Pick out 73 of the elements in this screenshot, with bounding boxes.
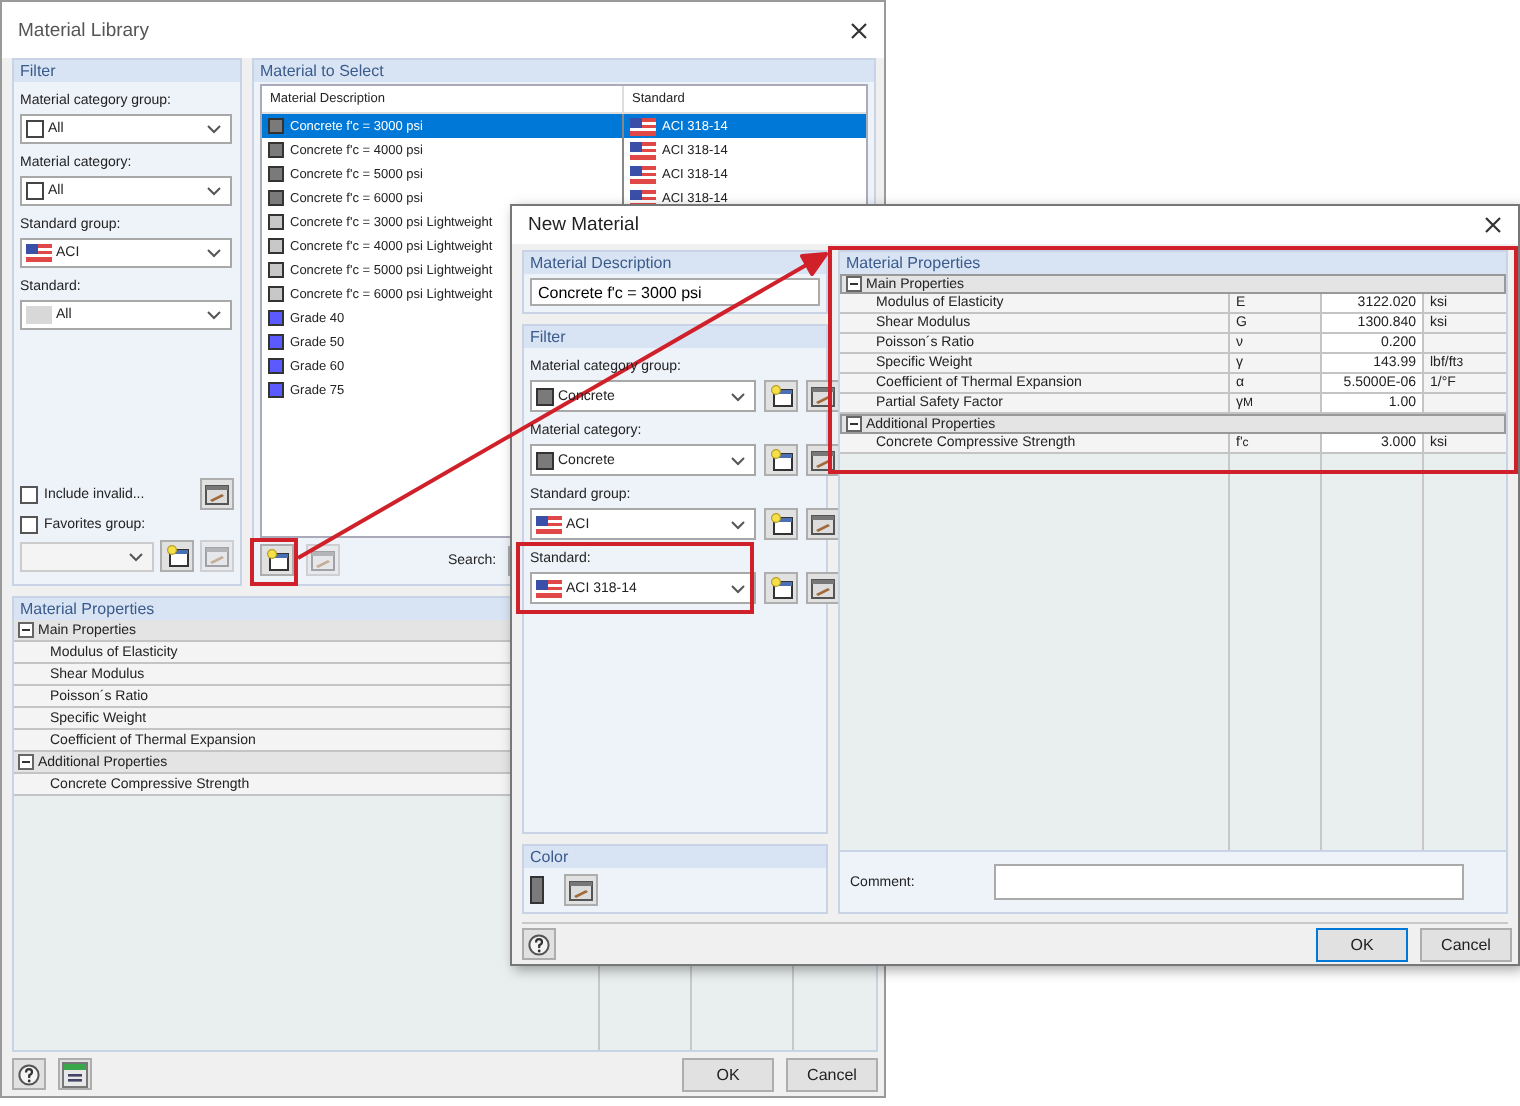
window-edit-icon bbox=[568, 879, 594, 901]
flag-icon bbox=[630, 165, 656, 183]
close-icon[interactable] bbox=[850, 21, 868, 39]
flag-icon bbox=[630, 117, 656, 135]
panel-title: Filter bbox=[524, 326, 826, 348]
chevron-down-icon bbox=[206, 124, 222, 134]
edit-button[interactable] bbox=[806, 572, 840, 604]
collapse-icon[interactable] bbox=[18, 622, 34, 638]
dialog-button[interactable]: OK bbox=[682, 1057, 774, 1091]
window-edit-icon bbox=[810, 513, 836, 535]
edit-button[interactable] bbox=[806, 508, 840, 540]
window-title: New Material bbox=[528, 214, 639, 236]
new-button[interactable] bbox=[160, 540, 194, 572]
new-button[interactable] bbox=[764, 380, 798, 412]
new-button[interactable] bbox=[764, 508, 798, 540]
description-field[interactable]: Concrete f'c = 3000 psi bbox=[530, 278, 820, 306]
collapse-icon[interactable] bbox=[846, 276, 862, 292]
panel-title: Material Properties bbox=[840, 252, 1506, 274]
chevron-down-icon bbox=[730, 391, 746, 401]
edit-button[interactable] bbox=[200, 478, 234, 510]
new-button[interactable] bbox=[764, 444, 798, 476]
dialog-button[interactable]: Cancel bbox=[1420, 927, 1512, 961]
panel-title: Filter bbox=[14, 60, 240, 82]
help-icon bbox=[528, 933, 550, 955]
panel-title: Material Description bbox=[524, 252, 826, 274]
empty-swatch-icon bbox=[26, 120, 44, 138]
window-edit-icon bbox=[204, 483, 230, 505]
flag-icon bbox=[630, 141, 656, 159]
window-edit-icon bbox=[204, 545, 230, 567]
blank-swatch-icon bbox=[26, 306, 52, 324]
new-button[interactable] bbox=[764, 572, 798, 604]
new-window-icon bbox=[769, 512, 793, 536]
panel-title: Material to Select bbox=[254, 60, 874, 82]
collapse-icon[interactable] bbox=[18, 754, 34, 770]
new-window-icon bbox=[769, 384, 793, 408]
help-icon bbox=[18, 1063, 40, 1085]
highlight-frame bbox=[250, 538, 298, 586]
material-swatch-icon bbox=[536, 451, 554, 469]
panel-title: Color bbox=[524, 846, 826, 868]
chevron-down-icon bbox=[206, 310, 222, 320]
flag-icon bbox=[536, 579, 562, 597]
close-icon[interactable] bbox=[1484, 216, 1502, 234]
units-icon bbox=[62, 1061, 88, 1087]
help-button[interactable] bbox=[12, 1058, 46, 1090]
dialog-button[interactable]: OK bbox=[1316, 927, 1408, 961]
flag-icon bbox=[536, 515, 562, 533]
units-button[interactable] bbox=[58, 1058, 92, 1090]
chevron-down-icon bbox=[730, 455, 746, 465]
help-button[interactable] bbox=[522, 928, 556, 960]
comment-field[interactable] bbox=[994, 864, 1465, 900]
new-window-icon bbox=[769, 448, 793, 472]
empty-swatch-icon bbox=[26, 182, 44, 200]
color-swatch[interactable] bbox=[530, 876, 544, 904]
window-edit-icon bbox=[810, 577, 836, 599]
new-window-icon bbox=[769, 576, 793, 600]
dialog-button[interactable]: Cancel bbox=[786, 1057, 878, 1091]
edit-button[interactable] bbox=[306, 544, 340, 576]
flag-icon bbox=[26, 244, 52, 262]
chevron-down-icon bbox=[730, 583, 746, 593]
chevron-down-icon bbox=[206, 248, 222, 258]
chevron-down-icon bbox=[128, 551, 144, 561]
edit-button[interactable] bbox=[564, 874, 598, 906]
chevron-down-icon bbox=[730, 519, 746, 529]
chevron-down-icon bbox=[206, 186, 222, 196]
new-button[interactable] bbox=[260, 544, 294, 576]
material-swatch-icon bbox=[536, 387, 554, 405]
new-window-icon bbox=[165, 544, 189, 568]
window-edit-icon bbox=[310, 549, 336, 571]
checkbox[interactable] bbox=[20, 485, 38, 503]
new-window-icon bbox=[265, 548, 289, 572]
collapse-icon[interactable] bbox=[846, 416, 862, 432]
checkbox[interactable] bbox=[20, 516, 38, 534]
window-title: Material Library bbox=[18, 19, 149, 41]
